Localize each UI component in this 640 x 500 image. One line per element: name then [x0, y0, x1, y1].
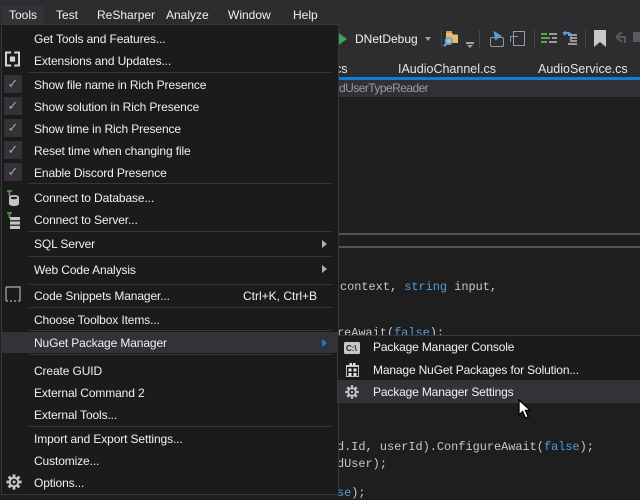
- svg-text:C:\: C:\: [346, 344, 357, 353]
